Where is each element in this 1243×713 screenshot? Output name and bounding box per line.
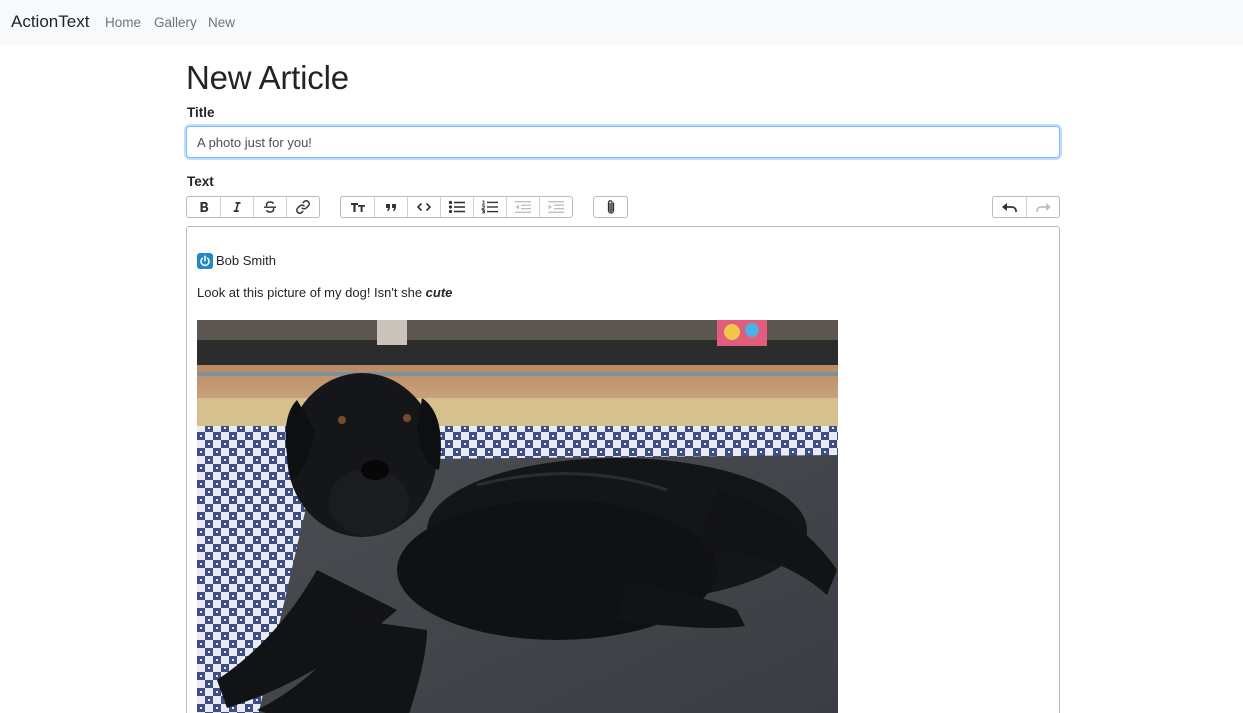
toolbar-history-tools xyxy=(992,196,1060,218)
body-emphasis: cute xyxy=(425,285,453,300)
navbar: ActionText Home Gallery New xyxy=(0,0,1243,45)
number-list-button[interactable] xyxy=(473,197,506,217)
decrease-indent-icon xyxy=(515,201,531,213)
heading-button[interactable] xyxy=(341,197,374,217)
strikethrough-button[interactable] xyxy=(253,197,286,217)
body-text: Look at this picture of my dog! Isn't sh… xyxy=(197,285,426,300)
dog-photo xyxy=(197,320,838,713)
bullet-list-button[interactable] xyxy=(440,197,473,217)
italic-icon xyxy=(233,202,241,212)
mention-attachment[interactable]: Bob Smith xyxy=(197,252,276,269)
attach-files-button[interactable] xyxy=(594,197,627,217)
nav-link-gallery[interactable]: Gallery xyxy=(154,14,197,31)
brand-link[interactable]: ActionText xyxy=(11,11,89,33)
increase-indent-button[interactable] xyxy=(539,197,572,217)
rich-text-editor[interactable]: Bob Smith Look at this picture of my dog… xyxy=(186,226,1060,713)
toolbar-file-tools xyxy=(593,196,628,218)
text-label: Text xyxy=(187,174,214,189)
strikethrough-icon xyxy=(264,201,276,213)
decrease-indent-button[interactable] xyxy=(506,197,539,217)
nav-link-home[interactable]: Home xyxy=(105,14,141,31)
bullet-list-icon xyxy=(448,200,465,214)
title-label: Title xyxy=(187,105,215,120)
paperclip-icon xyxy=(607,200,614,214)
title-input[interactable] xyxy=(186,126,1060,158)
redo-button[interactable] xyxy=(1026,197,1059,217)
dog-photo-attachment[interactable] xyxy=(197,320,838,713)
bold-icon xyxy=(200,202,208,212)
power-icon xyxy=(197,252,213,269)
code-icon xyxy=(416,202,432,212)
redo-icon xyxy=(1036,203,1051,212)
link-button[interactable] xyxy=(286,197,319,217)
undo-icon xyxy=(1001,203,1017,212)
increase-indent-icon xyxy=(548,201,564,213)
body-paragraph: Look at this picture of my dog! Isn't sh… xyxy=(197,284,452,301)
number-list-icon xyxy=(481,200,498,214)
page-title: New Article xyxy=(186,59,349,96)
nav-link-new[interactable]: New xyxy=(208,14,235,31)
undo-button[interactable] xyxy=(993,197,1026,217)
toolbar-text-tools xyxy=(186,196,320,218)
code-button[interactable] xyxy=(407,197,440,217)
toolbar-block-tools xyxy=(340,196,573,218)
quote-icon xyxy=(386,204,396,211)
italic-button[interactable] xyxy=(220,197,253,217)
link-icon xyxy=(296,200,310,214)
mention-name: Bob Smith xyxy=(216,253,276,268)
quote-button[interactable] xyxy=(374,197,407,217)
bold-button[interactable] xyxy=(187,197,220,217)
heading-icon xyxy=(350,203,365,212)
